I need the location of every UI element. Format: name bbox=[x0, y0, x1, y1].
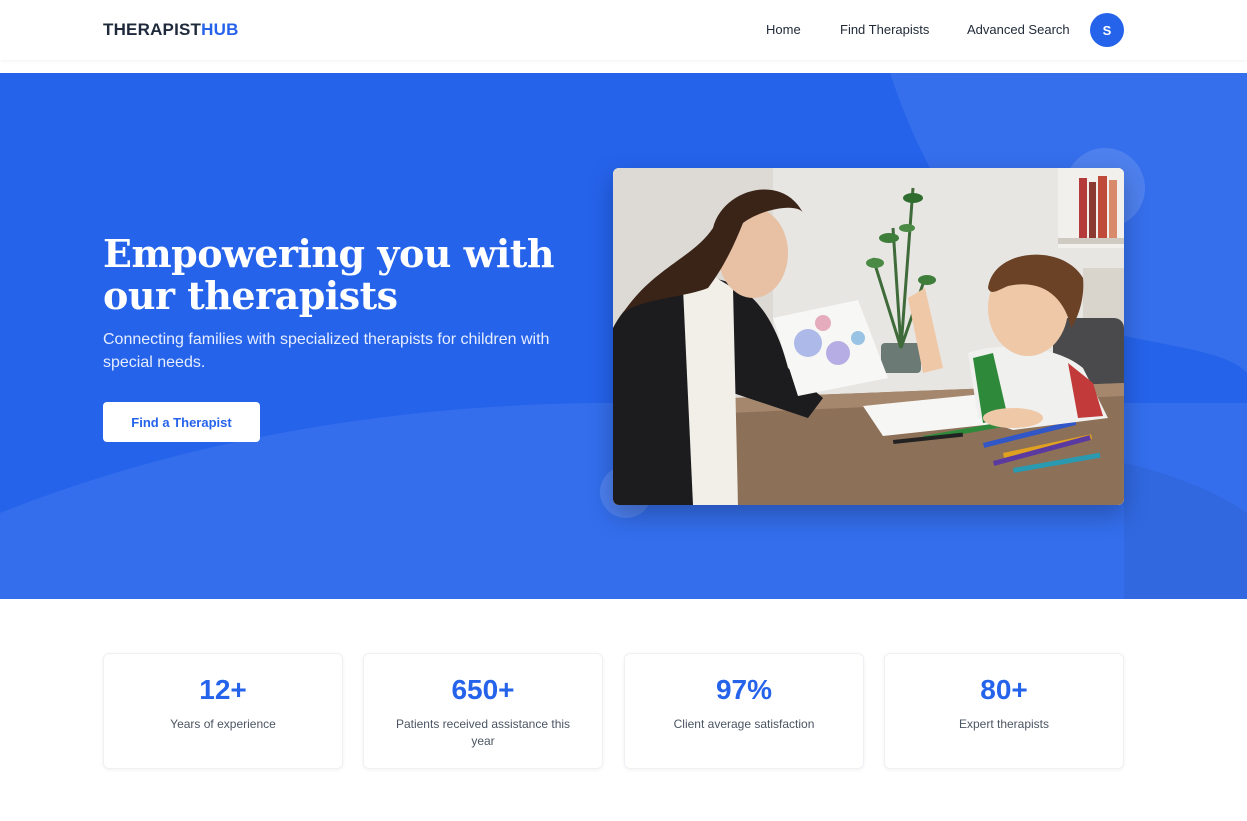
brand-name-accent: HUB bbox=[201, 20, 239, 39]
stat-label: Client average satisfaction bbox=[673, 717, 815, 731]
hero-photo bbox=[613, 168, 1124, 505]
stat-label: Years of experience bbox=[170, 717, 276, 731]
find-therapist-button[interactable]: Find a Therapist bbox=[103, 402, 260, 442]
stat-card: 80+ Expert therapists bbox=[884, 653, 1124, 769]
nav-link-advanced-search[interactable]: Advanced Search bbox=[967, 22, 1070, 37]
stat-label: Patients received assistance this year bbox=[395, 717, 571, 748]
stat-value: 12+ bbox=[199, 674, 247, 705]
brand-name-primary: THERAPIST bbox=[103, 20, 202, 39]
stat-card: 650+ Patients received assistance this y… bbox=[363, 653, 603, 769]
user-avatar[interactable]: S bbox=[1090, 13, 1124, 47]
stat-card: 97% Client average satisfaction bbox=[624, 653, 864, 769]
brand-logo[interactable]: THERAPISTHUB bbox=[103, 20, 239, 40]
stat-label: Expert therapists bbox=[958, 717, 1050, 731]
stat-card: 12+ Years of experience bbox=[103, 653, 343, 769]
therapy-photo-icon bbox=[613, 168, 1124, 505]
top-navbar: THERAPISTHUB Home Find Therapists Advanc… bbox=[0, 0, 1247, 60]
hero-subtitle: Connecting families with specialized the… bbox=[103, 331, 550, 371]
stat-value: 97% bbox=[715, 674, 773, 705]
nav-link-home[interactable]: Home bbox=[766, 22, 801, 37]
nav-link-find-therapists[interactable]: Find Therapists bbox=[840, 22, 929, 37]
hero-section: Empowering you with our therapists Conne… bbox=[0, 73, 1247, 599]
stats-section: 12+ Years of experience 650+ Patients re… bbox=[103, 653, 1124, 769]
stat-value: 650+ bbox=[451, 674, 515, 705]
hero-title: Empowering you with our therapists bbox=[103, 231, 554, 318]
stat-value: 80+ bbox=[980, 674, 1028, 705]
